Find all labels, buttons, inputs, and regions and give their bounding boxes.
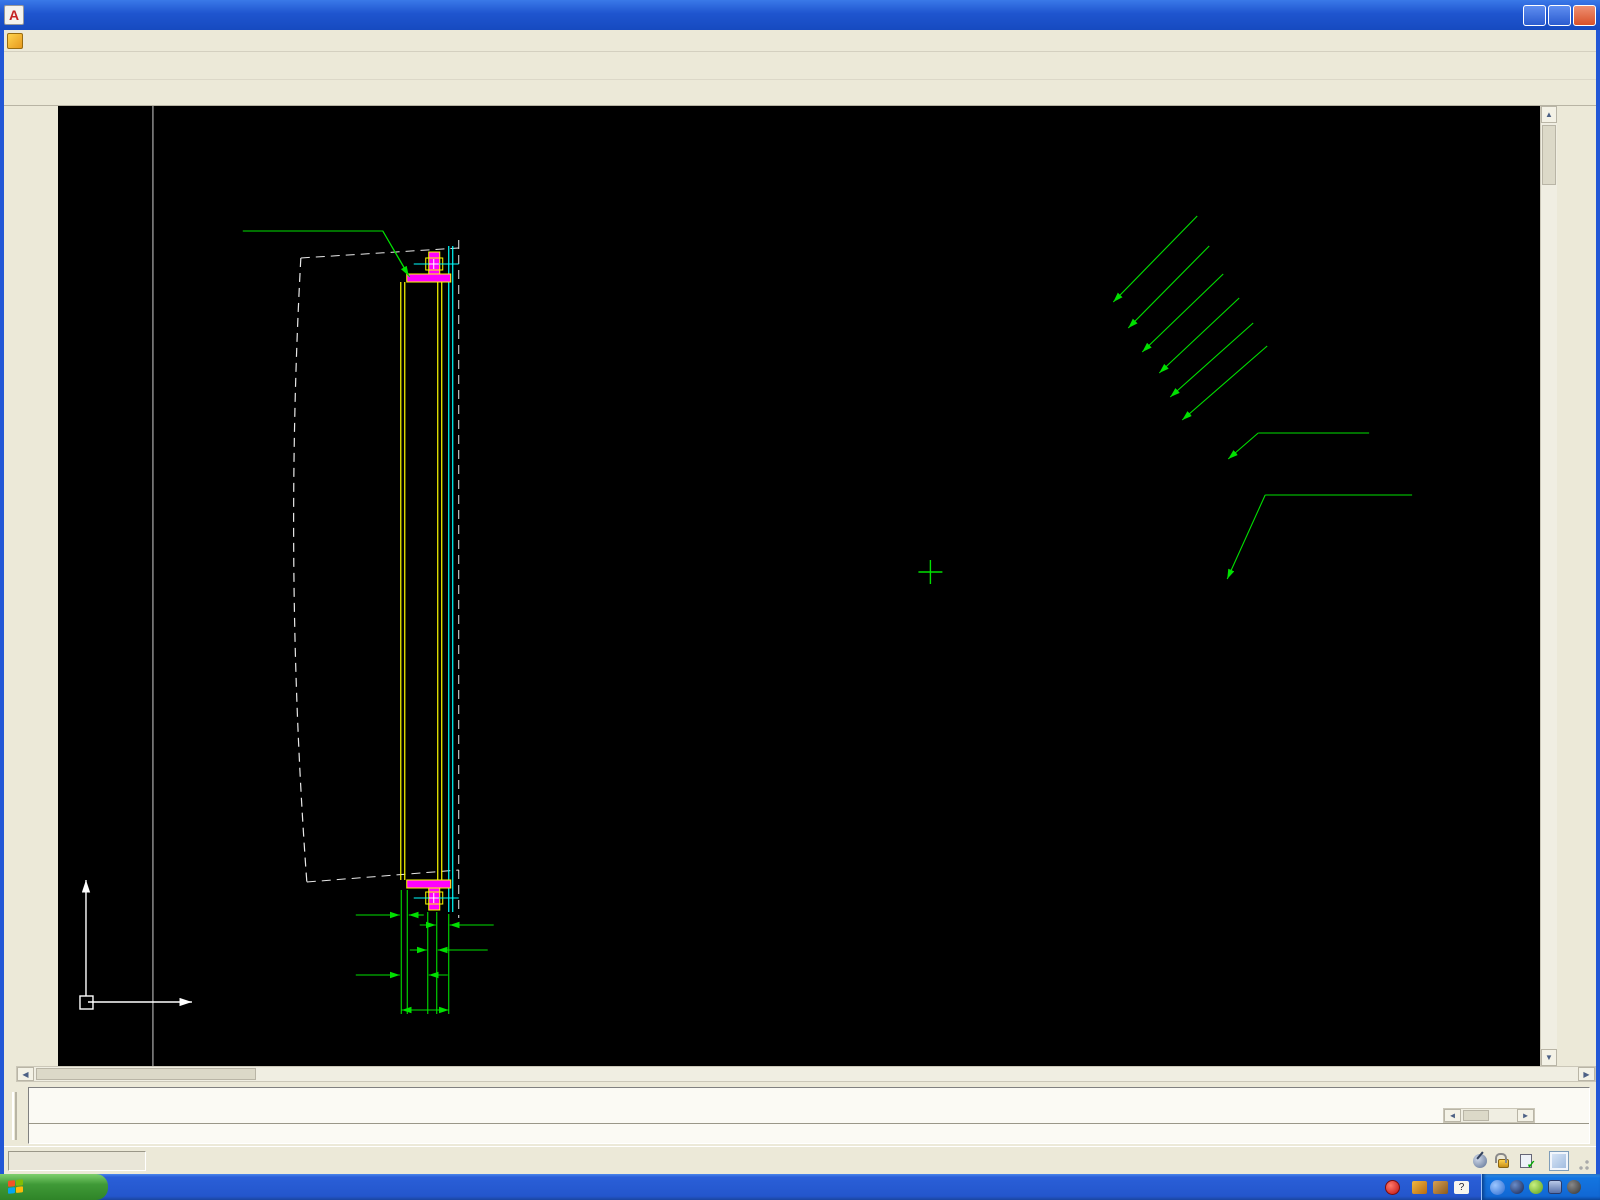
toolbar-lock-icon[interactable] [1494, 1152, 1512, 1170]
start-button[interactable] [0, 1174, 108, 1200]
tray-messenger-icon[interactable] [1529, 1180, 1543, 1194]
ime-help-icon[interactable]: ? [1454, 1180, 1469, 1194]
command-history[interactable] [29, 1088, 1589, 1124]
vertical-scrollbar[interactable]: ▲ ▼ [1540, 106, 1557, 1066]
tray-collapse-button[interactable] [1490, 1179, 1505, 1195]
standard-toolbar [4, 52, 1596, 80]
draw-modify-toolbar [5, 107, 31, 1065]
horizontal-scroll-thumb[interactable] [36, 1068, 256, 1080]
ime-tools-icon[interactable] [1433, 1180, 1448, 1194]
desktop: A ▲ ▼ ◀ ▶ ◀ ▶ ✓ ? [0, 0, 1600, 1200]
layout-tabs-row: ◀ ▶ [4, 1066, 1596, 1084]
layers-properties-toolbar [4, 80, 1596, 106]
security-tray-icon[interactable] [1385, 1179, 1400, 1195]
window-resize-grip[interactable] [1578, 1150, 1592, 1171]
tray-app-icon-sphere[interactable] [1510, 1180, 1524, 1194]
command-window-grip[interactable] [12, 1092, 17, 1140]
command-scrollbar[interactable]: ◀ ▶ [1443, 1108, 1535, 1123]
communication-center-icon[interactable] [1471, 1152, 1489, 1170]
system-tray [1481, 1174, 1600, 1200]
vertical-scroll-thumb[interactable] [1542, 125, 1556, 185]
ucs-icon [79, 880, 192, 1010]
validation-icon[interactable] [1517, 1152, 1536, 1171]
minimize-button[interactable] [1523, 4, 1546, 26]
docked-toolbars-left [4, 106, 58, 1066]
drawing-canvas[interactable] [58, 106, 1540, 1066]
status-bar [4, 1146, 1596, 1174]
baffle-wall-lines [400, 282, 443, 880]
diameter-leaders [242, 215, 1413, 580]
section-view [293, 240, 460, 918]
scroll-left-button[interactable]: ◀ [17, 1067, 34, 1081]
autocad-window: A ▲ ▼ ◀ ▶ ◀ ▶ ✓ [0, 0, 1600, 1174]
osnap-modeling-toolbar [32, 107, 58, 1065]
clean-screen-button[interactable] [1549, 1150, 1569, 1171]
command-scroll-left[interactable]: ◀ [1444, 1109, 1461, 1122]
restore-button[interactable] [1548, 4, 1571, 26]
scroll-down-button[interactable]: ▼ [1541, 1049, 1557, 1066]
tray-network-icon[interactable] [1548, 1180, 1562, 1194]
scroll-up-button[interactable]: ▲ [1541, 106, 1557, 123]
cad-drawing[interactable] [58, 106, 1540, 1066]
tray-volume-icon[interactable] [1567, 1180, 1581, 1194]
scroll-right-button[interactable]: ▶ [1578, 1067, 1595, 1081]
windows-taskbar: ? [0, 1174, 1600, 1200]
command-prompt[interactable] [29, 1124, 1589, 1128]
horizontal-scrollbar[interactable]: ◀ ▶ [16, 1066, 1596, 1082]
autocad-app-icon: A [4, 5, 24, 25]
linear-dimensions [355, 890, 494, 1014]
lens-profile-dashed-curve [293, 257, 308, 883]
bottom-bracket-detail [406, 879, 459, 911]
menu-bar [4, 30, 1596, 52]
command-scroll-thumb[interactable] [1463, 1110, 1489, 1121]
right-filler [1557, 106, 1596, 1066]
close-button[interactable] [1573, 4, 1596, 26]
status-tray [1471, 1150, 1592, 1171]
mount-surface-lines [448, 246, 454, 912]
title-bar[interactable]: A [0, 0, 1600, 30]
command-scroll-right[interactable]: ▶ [1517, 1109, 1534, 1122]
drawing-doc-icon [7, 32, 23, 49]
circle-center-mark [918, 560, 943, 584]
main-area: ▲ ▼ [4, 106, 1596, 1066]
top-bracket-detail [406, 251, 459, 283]
windows-logo-icon [8, 1179, 24, 1195]
command-window: ◀ ▶ [4, 1084, 1596, 1146]
ime-pad-icon[interactable] [1412, 1180, 1427, 1194]
language-bar: ? [1379, 1174, 1481, 1200]
coordinate-readout [8, 1150, 146, 1171]
